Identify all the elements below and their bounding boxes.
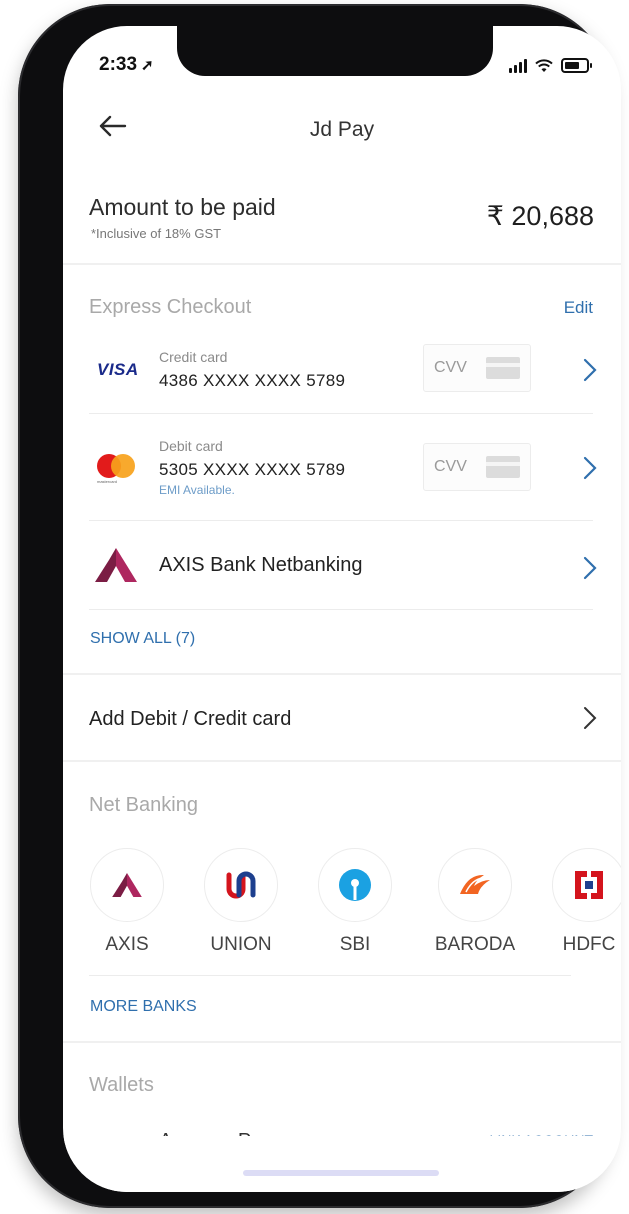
card-back-icon xyxy=(486,357,520,379)
bank-axis[interactable]: AXIS xyxy=(67,848,187,956)
status-icons xyxy=(509,58,592,73)
bank-sbi[interactable]: SBI xyxy=(295,848,415,956)
bank-name: BARODA xyxy=(434,934,516,955)
chevron-right-icon[interactable] xyxy=(583,556,597,580)
axis-bank-logo-icon xyxy=(95,548,137,582)
hdfc-logo-icon xyxy=(575,870,603,900)
wifi-icon xyxy=(535,58,553,72)
divider xyxy=(63,263,621,265)
bank-name: HDFC xyxy=(562,934,616,955)
battery-icon xyxy=(561,58,592,73)
cvv-placeholder: CVV xyxy=(434,359,467,376)
bank-name: UNION xyxy=(210,934,272,955)
divider xyxy=(89,609,593,610)
card-type-label: Credit card xyxy=(159,349,228,365)
divider xyxy=(89,975,571,976)
amount-label: Amount to be paid xyxy=(89,194,276,220)
net-banking-title: Net Banking xyxy=(89,794,198,816)
chevron-right-icon[interactable] xyxy=(583,358,597,382)
union-bank-logo-icon xyxy=(226,871,256,899)
mastercard-logo-icon: mastercard xyxy=(97,454,137,484)
card-number: 5305 XXXX XXXX 5789 xyxy=(159,460,346,479)
bank-icon-circle xyxy=(552,848,621,922)
status-time: 2:33 ➚ xyxy=(99,54,154,76)
time-text: 2:33 xyxy=(99,54,138,75)
bottom-safe-area xyxy=(63,1136,621,1192)
bank-baroda[interactable]: BARODA xyxy=(415,848,535,956)
cvv-placeholder: CVV xyxy=(434,458,467,475)
sbi-logo-icon xyxy=(339,869,371,901)
chevron-right-icon[interactable] xyxy=(583,706,597,730)
divider xyxy=(63,673,621,675)
bank-icon-circle xyxy=(438,848,512,922)
phone-frame: 2:33 ➚ Jd Pay Amount to be paid *Inclusiv… xyxy=(18,4,621,1208)
divider xyxy=(89,413,593,414)
divider xyxy=(63,760,621,762)
cvv-input[interactable]: CVV xyxy=(423,443,531,491)
express-checkout-title: Express Checkout xyxy=(89,296,252,318)
bank-icon-circle xyxy=(318,848,392,922)
visa-logo-icon: VISA xyxy=(97,360,139,379)
card-number: 4386 XXXX XXXX 5789 xyxy=(159,371,346,390)
cvv-input[interactable]: CVV xyxy=(423,344,531,392)
axis-bank-logo-icon xyxy=(112,873,142,897)
location-arrow-icon: ➚ xyxy=(141,57,154,74)
signal-icon xyxy=(509,58,527,73)
card-back-icon xyxy=(486,456,520,478)
bank-icon-circle xyxy=(90,848,164,922)
emi-note: EMI Available. xyxy=(159,483,235,497)
chevron-right-icon[interactable] xyxy=(583,456,597,480)
amount-value: ₹ 20,688 xyxy=(486,201,594,231)
saved-card-credit[interactable]: VISA Credit card 4386 XXXX XXXX 5789 CVV xyxy=(63,336,621,412)
more-banks-link[interactable]: MORE BANKS xyxy=(90,998,197,1016)
notch xyxy=(177,26,493,76)
bank-hdfc[interactable]: HDFC xyxy=(529,848,621,956)
bank-name: AXIS xyxy=(105,934,149,955)
card-type-label: Debit card xyxy=(159,438,223,454)
screen: 2:33 ➚ Jd Pay Amount to be paid *Inclusiv… xyxy=(63,26,621,1192)
bank-icon-circle xyxy=(204,848,278,922)
bank-union[interactable]: UNION xyxy=(181,848,301,956)
home-indicator[interactable] xyxy=(243,1170,439,1176)
page-title: Jd Pay xyxy=(309,118,375,141)
baroda-logo-icon xyxy=(460,874,490,894)
axis-netbanking-label: AXIS Bank Netbanking xyxy=(159,554,363,576)
show-all-link[interactable]: SHOW ALL (7) xyxy=(90,630,195,648)
saved-card-debit[interactable]: mastercard Debit card 5305 XXXX XXXX 578… xyxy=(63,426,621,518)
wallets-title: Wallets xyxy=(89,1074,154,1096)
amount-note: *Inclusive of 18% GST xyxy=(91,226,222,241)
bank-name: SBI xyxy=(339,934,371,955)
edit-link[interactable]: Edit xyxy=(564,298,593,318)
divider xyxy=(89,520,593,521)
header: Jd Pay xyxy=(63,108,621,154)
divider xyxy=(63,1041,621,1043)
add-card-label: Add Debit / Credit card xyxy=(89,708,292,730)
